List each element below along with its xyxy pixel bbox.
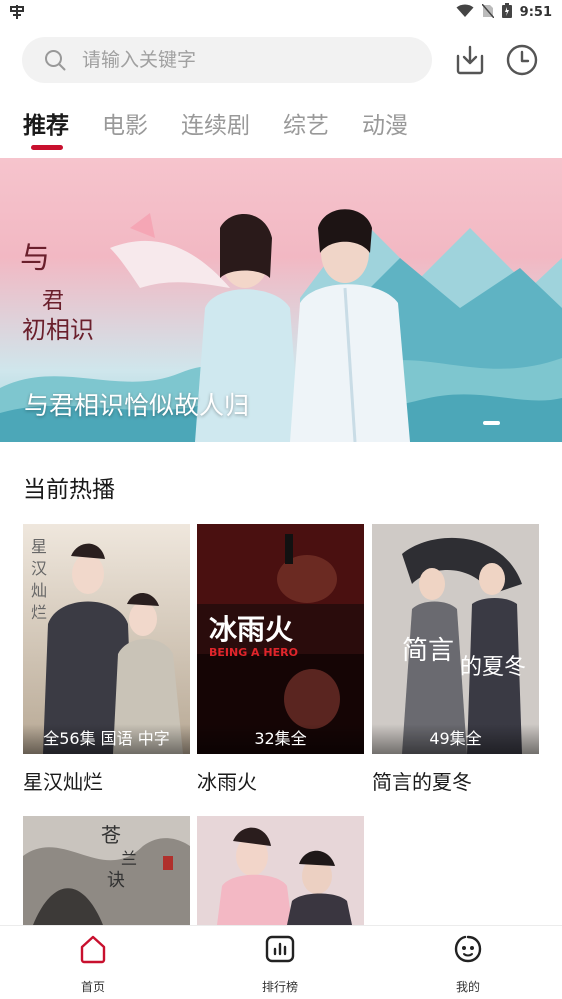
banner-page-indicator [483,421,500,425]
nav-ranking[interactable]: 排行榜 [220,926,340,999]
nav-label: 首页 [80,980,105,994]
tab-series[interactable]: 连续剧 [181,106,250,150]
download-icon [452,45,488,82]
poster-art: 苍 兰 诀 [23,816,190,925]
poster-art: 简言 的夏冬 [372,524,539,754]
card-title: 星汉灿烂 [23,770,103,794]
tab-movies[interactable]: 电影 [102,106,148,150]
nav-label: 我的 [455,980,480,994]
search-bar[interactable] [22,37,432,83]
poster-art: 冰雨火 BEING A HERO [197,524,364,754]
svg-text:兰: 兰 [121,849,137,868]
search-icon [44,49,66,71]
svg-text:灿: 灿 [31,581,47,600]
banner-carousel[interactable]: 与 君 初相识 与君相识恰似故人归 [0,158,562,442]
bottom-navigation: 首页 排行榜 我的 [0,925,562,999]
tab-label: 电影 [102,113,148,139]
svg-text:初相识: 初相识 [22,316,94,344]
history-clock-icon [504,44,540,82]
history-button[interactable] [504,42,540,78]
svg-text:BEING A HERO: BEING A HERO [209,646,298,659]
svg-text:冰雨火: 冰雨火 [209,613,293,646]
category-tabs: 推荐 电影 连续剧 综艺 动漫 [23,106,441,150]
poster-art: 星 汉 灿 烂 [23,524,190,754]
nav-mine[interactable]: 我的 [408,926,528,999]
tab-variety[interactable]: 综艺 [283,106,329,150]
video-card[interactable]: 冰雨火 BEING A HERO 32集全 冰雨火 [197,524,364,795]
nav-label: 排行榜 [261,980,298,994]
banner-title: 与君相识恰似故人归 [24,391,250,420]
poster: 星 汉 灿 烂 全56集 国语 中字 [23,524,190,754]
video-card[interactable] [197,816,364,925]
poster: 苍 兰 诀 [23,816,190,925]
poster [197,816,364,925]
no-sim-icon [481,3,495,22]
section-title: 当前热播 [23,477,115,503]
episode-badge: 32集全 [197,724,364,754]
svg-text:烂: 烂 [31,603,47,622]
poster: 冰雨火 BEING A HERO 32集全 [197,524,364,754]
download-button[interactable] [452,42,488,78]
svg-text:与: 与 [20,241,50,276]
tab-label: 动漫 [362,113,408,139]
wifi-icon [456,4,474,22]
poster: 简言 的夏冬 49集全 [372,524,539,754]
tab-label: 综艺 [283,113,329,139]
svg-text:诀: 诀 [107,870,125,891]
search-input[interactable] [82,37,412,83]
nav-home[interactable]: 首页 [33,926,153,999]
status-time: 9:51 [519,5,552,20]
svg-text:简言: 简言 [402,636,454,666]
card-title: 冰雨火 [197,770,257,794]
app-notification-icon [8,3,26,25]
tab-label: 推荐 [23,113,69,139]
card-title: 简言的夏冬 [372,770,472,794]
svg-text:星: 星 [31,537,47,556]
poster-art [197,816,364,925]
episode-badge: 49集全 [372,724,539,754]
tab-anime[interactable]: 动漫 [362,106,408,150]
video-card[interactable]: 简言 的夏冬 49集全 简言的夏冬 [372,524,539,795]
tab-active-indicator [31,145,63,150]
video-card[interactable]: 苍 兰 诀 [23,816,190,925]
status-bar: 9:51 [0,0,562,24]
svg-text:苍: 苍 [101,823,121,847]
episode-badge: 全56集 国语 中字 [23,724,190,754]
svg-text:的夏冬: 的夏冬 [460,655,526,680]
svg-text:汉: 汉 [31,559,47,578]
tab-recommend[interactable]: 推荐 [23,106,69,150]
battery-icon [501,3,512,22]
svg-text:君: 君 [42,289,64,314]
tab-label: 连续剧 [181,113,250,139]
video-card[interactable]: 星 汉 灿 烂 全56集 国语 中字 星汉灿烂 [23,524,190,795]
